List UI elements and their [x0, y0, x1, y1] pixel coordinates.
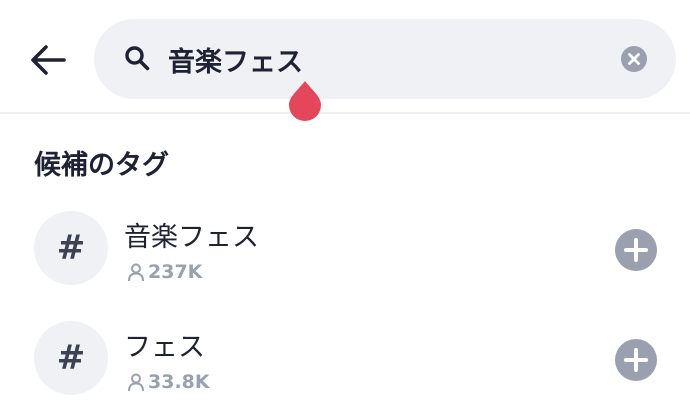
clear-search-button[interactable] [621, 46, 647, 72]
hashtag-avatar: # [34, 321, 108, 395]
user-icon [128, 373, 144, 392]
hashtag-symbol: # [56, 228, 86, 268]
text-cursor-handle[interactable] [287, 79, 323, 121]
tag-suggestion-row[interactable]: # フェス 33.8K [0, 321, 690, 417]
tag-meta: 237K [126, 261, 202, 283]
tag-name: フェス [124, 332, 205, 363]
tag-suggestion-row[interactable]: # 音楽フェス 237K [0, 211, 690, 311]
hashtag-symbol: # [56, 338, 86, 378]
plus-icon [624, 348, 648, 372]
search-header [0, 0, 690, 121]
section-title: 候補のタグ [34, 150, 169, 181]
clear-icon [628, 53, 640, 65]
tag-meta: 33.8K [126, 371, 210, 393]
tag-name: 音楽フェス [124, 222, 259, 253]
add-tag-button[interactable] [615, 229, 657, 271]
search-input[interactable] [168, 37, 608, 81]
hashtag-avatar: # [34, 211, 108, 285]
user-icon [128, 263, 144, 282]
tag-post-count: 33.8K [148, 371, 210, 393]
back-button[interactable] [28, 40, 68, 80]
tag-post-count: 237K [148, 261, 203, 283]
add-tag-button[interactable] [615, 339, 657, 381]
plus-icon [624, 238, 648, 262]
search-box[interactable] [94, 19, 676, 99]
tag-search-screen: 候補のタグ # 音楽フェス 237K # フェス [0, 0, 690, 417]
search-icon [125, 46, 150, 71]
arrow-left-icon [31, 45, 66, 75]
